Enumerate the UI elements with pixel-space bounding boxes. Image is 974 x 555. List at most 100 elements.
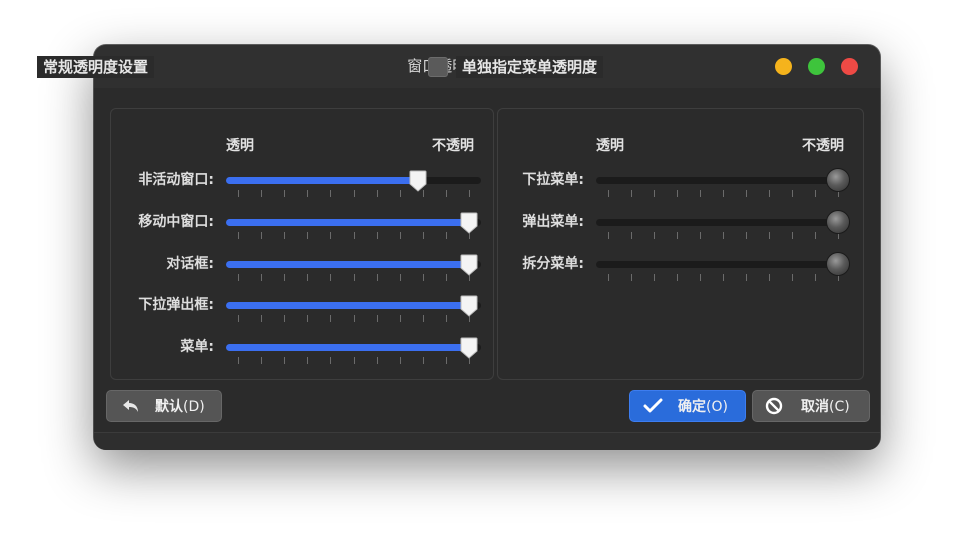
slider-handle[interactable]	[460, 295, 478, 317]
moving-window-label: 移动中窗口:	[138, 214, 214, 230]
slider-tick	[330, 232, 332, 239]
slider-tick	[445, 190, 447, 197]
cancel-button-label: 取消	[801, 399, 829, 415]
slider-tick	[284, 232, 286, 239]
slider-groove	[596, 261, 850, 268]
slider-tick	[677, 190, 678, 197]
slider-tick	[238, 357, 239, 364]
slider-knob[interactable]	[827, 169, 849, 191]
slider-tick	[284, 190, 286, 197]
slider-tick	[353, 232, 355, 239]
slider-fill	[226, 219, 469, 226]
slider-tick	[838, 274, 839, 281]
check-icon	[643, 398, 663, 413]
tearoff-menu-label: 拆分菜单:	[522, 256, 584, 272]
slider-fill	[226, 302, 469, 309]
undo-icon	[123, 400, 138, 412]
slider-tick	[631, 190, 632, 197]
close-button[interactable]	[841, 58, 858, 75]
right-max-label: 不透明	[802, 138, 844, 154]
tearoff-menu-slider[interactable]	[596, 253, 850, 284]
slider-tick	[238, 232, 239, 239]
slider-tick	[422, 315, 424, 322]
ok-button[interactable]: 确定(O)	[629, 390, 746, 422]
ok-button-label: 确定	[678, 399, 706, 415]
dropdown-popup-label: 下拉弹出框:	[138, 297, 214, 313]
slider-ticks	[608, 232, 839, 239]
slider-tick	[261, 232, 263, 239]
slider-tick	[284, 315, 286, 322]
slider-tick	[376, 274, 378, 281]
slider-handle[interactable]	[460, 254, 478, 276]
slider-tick	[608, 190, 609, 197]
slider-tick	[307, 357, 309, 364]
slider-tick	[769, 190, 770, 197]
popup-menu-label: 弹出菜单:	[522, 214, 584, 230]
bottom-bar	[94, 432, 880, 450]
slider-tick	[284, 274, 286, 281]
slider-tick	[654, 274, 655, 281]
slider-tick	[422, 232, 424, 239]
slider-ticks	[238, 315, 470, 322]
moving-window-slider[interactable]	[226, 212, 481, 242]
slider-tick	[353, 190, 355, 197]
slider-tick	[261, 357, 263, 364]
slider-tick	[261, 315, 263, 322]
menu-group-title: 单独指定菜单透明度	[456, 56, 604, 78]
menu-slider[interactable]	[226, 337, 481, 367]
slider-tick	[261, 274, 263, 281]
slider-ticks	[608, 274, 839, 281]
slider-tick	[723, 190, 724, 197]
dropdown-popup-slider[interactable]	[226, 295, 481, 325]
dropdown-menu-label: 下拉菜单:	[522, 172, 584, 188]
dropdown-menu-slider[interactable]	[596, 169, 850, 200]
slider-tick	[746, 274, 747, 281]
cancel-button[interactable]: 取消(C)	[752, 390, 870, 422]
slider-tick	[677, 274, 678, 281]
inactive-window-label: 非活动窗口:	[138, 172, 214, 188]
menu-specific-checkbox[interactable]	[428, 57, 448, 77]
slider-tick	[469, 190, 470, 197]
slider-tick	[399, 274, 401, 281]
slider-tick	[700, 274, 701, 281]
slider-knob[interactable]	[827, 211, 849, 233]
inactive-window-slider[interactable]	[226, 170, 481, 200]
maximize-button[interactable]	[808, 58, 825, 75]
slider-tick	[445, 315, 447, 322]
slider-tick	[307, 232, 309, 239]
slider-tick	[815, 190, 816, 197]
slider-tick	[700, 190, 701, 197]
slider-knob[interactable]	[827, 253, 849, 275]
slider-tick	[654, 190, 655, 197]
slider-tick	[422, 357, 424, 364]
slider-tick	[307, 315, 309, 322]
slider-tick	[445, 274, 447, 281]
slider-handle[interactable]	[460, 337, 478, 359]
general-group-title: 常规透明度设置	[37, 56, 155, 78]
ok-shortcut: (O)	[706, 399, 728, 415]
slider-tick	[376, 315, 378, 322]
slider-tick	[330, 274, 332, 281]
slider-tick	[654, 232, 655, 239]
slider-tick	[238, 274, 239, 281]
minimize-button[interactable]	[775, 58, 792, 75]
slider-tick	[631, 274, 632, 281]
defaults-button[interactable]: 默认(D)	[106, 390, 222, 422]
slider-handle[interactable]	[409, 170, 427, 192]
slider-tick	[330, 315, 332, 322]
slider-tick	[746, 232, 747, 239]
popup-menu-slider[interactable]	[596, 211, 850, 242]
slider-tick	[376, 190, 378, 197]
slider-tick	[330, 357, 332, 364]
slider-tick	[445, 232, 447, 239]
dialog-slider[interactable]	[226, 254, 481, 284]
cancel-shortcut: (C)	[829, 399, 850, 415]
slider-tick	[445, 357, 447, 364]
left-min-label: 透明	[226, 138, 254, 154]
slider-tick	[307, 190, 309, 197]
slider-tick	[238, 315, 239, 322]
slider-tick	[631, 232, 632, 239]
slider-tick	[700, 232, 701, 239]
slider-groove	[596, 177, 850, 184]
slider-handle[interactable]	[460, 212, 478, 234]
